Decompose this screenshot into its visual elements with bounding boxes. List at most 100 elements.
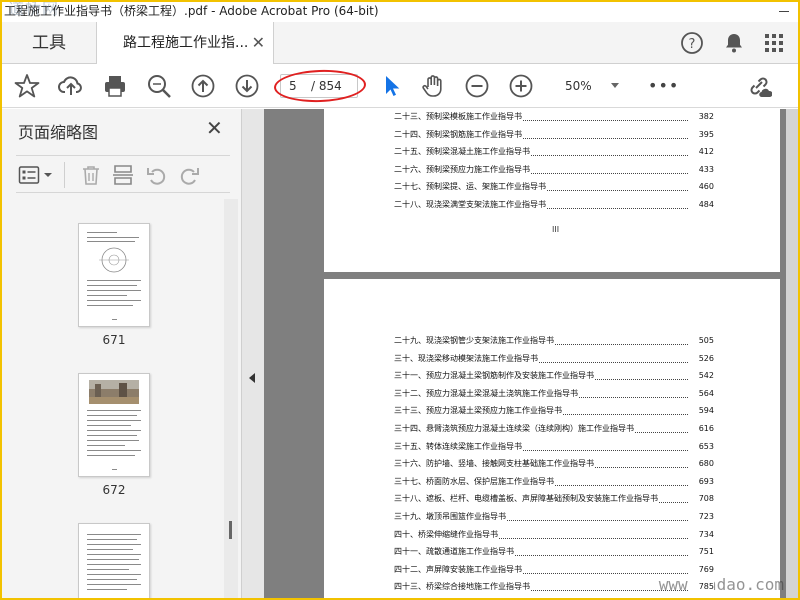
toc-entry[interactable]: 二十七、预制梁提、运、架施工作业指导书 460 (394, 180, 714, 195)
toc-entry-page: 594 (690, 404, 714, 419)
toc-entry-page: 382 (690, 110, 714, 124)
toc-entry-title: 二十五、预制梁混凝土施工作业指导书 (394, 145, 531, 160)
toc-entry[interactable]: 三十五、转体连续梁施工作业指导书 653 (394, 439, 714, 454)
tab-tools[interactable]: 工具 (2, 22, 96, 64)
panel-title: 页面缩略图 (18, 123, 99, 142)
toc-entry-page: 395 (690, 127, 714, 142)
rotate-right-icon[interactable] (178, 164, 200, 186)
chevron-down-icon (611, 83, 619, 88)
tab-document-label: 路工程施工作业指... (123, 35, 249, 51)
toc-entry[interactable]: 三十三、预应力混凝土梁预应力施工作业指导书 594 (394, 404, 714, 419)
cloud-upload-icon[interactable] (58, 73, 84, 99)
toc-entry[interactable]: 二十九、现浇梁钢管少支架法施工作业指导书 505 (394, 334, 714, 348)
hand-tool-icon[interactable] (420, 73, 446, 99)
document-viewport[interactable]: 二十三、预制梁模板施工作业指导书 382 二十四、预制梁钢筋施工作业指导书 395 二十… (264, 109, 798, 598)
toc-entry-page: 693 (690, 474, 714, 489)
toc-entry[interactable]: 三十四、悬臂浇筑预应力混凝土连续梁（连续刚构）施工作业指导书 616 (394, 422, 714, 436)
minimize-button[interactable] (776, 4, 792, 18)
toc-entry-title: 四十一、疏散通道施工作业指导书 (394, 545, 515, 560)
toc-entry-page: 484 (690, 198, 714, 212)
thumbnails-panel: 页面缩略图 ✕ 671 672 (2, 109, 242, 598)
toc-entry[interactable]: 二十八、现浇梁满堂支架法施工作业指导书 484 (394, 198, 714, 212)
acrobat-window: 工程施工作业指导书（桥梁工程）.pdf - Adobe Acrobat Pro … (2, 2, 798, 598)
toc-entry-title: 三十七、桥面防水层、保护层施工作业指导书 (394, 474, 555, 489)
title-bar: 工程施工作业指导书（桥梁工程）.pdf - Adobe Acrobat Pro … (2, 2, 798, 22)
previous-page-icon[interactable] (190, 73, 216, 99)
toc-entry-page: 412 (690, 145, 714, 160)
toc-entry-page: 505 (690, 334, 714, 348)
star-icon[interactable] (14, 73, 40, 99)
zoom-in-icon[interactable] (508, 73, 534, 99)
share-link-icon[interactable] (746, 73, 772, 99)
toc-entry[interactable]: 三十八、遮板、栏杆、电缆槽盖板、声屏障基础预制及安装施工作业指导书 708 (394, 492, 714, 507)
zoom-out-icon[interactable] (464, 73, 490, 99)
toc-entry[interactable]: 四十一、疏散通道施工作业指导书 751 (394, 545, 714, 560)
collapse-panel-bar[interactable] (242, 109, 264, 598)
toc-entry-page: 433 (690, 162, 714, 177)
toc-entry-title: 四十、桥梁伸缩缝作业指导书 (394, 527, 499, 542)
pdf-page-toc: 二十九、现浇梁钢管少支架法施工作业指导书 505 三十、现浇梁移动模架法施工作业指导… (324, 279, 780, 598)
page-thumbnail[interactable] (78, 373, 150, 477)
toc-entry-title: 二十九、现浇梁钢管少支架法施工作业指导书 (394, 334, 555, 348)
next-page-icon[interactable] (234, 73, 260, 99)
document-scrollbar[interactable] (786, 109, 798, 598)
toc-entry-page: 723 (690, 510, 714, 524)
panel-close-icon[interactable]: ✕ (206, 116, 223, 140)
toc-entry-title: 四十三、桥梁综合接地施工作业指导书 (394, 580, 531, 595)
toc-entry-title: 三十二、预应力混凝土梁混凝土浇筑施工作业指导书 (394, 386, 579, 401)
toc-entry-title: 三十五、转体连续梁施工作业指导书 (394, 439, 523, 454)
tab-close-icon[interactable]: ✕ (252, 22, 265, 64)
toolbar-divider (64, 162, 65, 188)
toc-entry-page: 460 (690, 180, 714, 195)
toc-entry-page: 785 (690, 580, 714, 595)
toc-entry-title: 二十三、预制梁模板施工作业指导书 (394, 110, 523, 124)
toc-entry[interactable]: 三十二、预应力混凝土梁混凝土浇筑施工作业指导书 564 (394, 386, 714, 401)
toc-entry-page: 734 (690, 527, 714, 542)
toc-entry-title: 三十三、预应力混凝土梁预应力施工作业指导书 (394, 404, 563, 419)
tab-row: 工具 路工程施工作业指... ✕ ? (2, 22, 798, 65)
toc-entry-page: 542 (690, 369, 714, 384)
thumbnail-toolbar (16, 155, 230, 193)
options-menu-icon[interactable] (18, 164, 54, 186)
trash-icon[interactable] (80, 164, 102, 186)
insert-page-icon[interactable] (112, 164, 134, 186)
toc-entry[interactable]: 二十四、预制梁钢筋施工作业指导书 395 (394, 127, 714, 142)
toc-entry-title: 四十二、声屏障安装施工作业指导书 (394, 562, 523, 577)
print-icon[interactable] (102, 73, 128, 99)
bell-icon[interactable] (722, 31, 746, 55)
apps-grid-icon[interactable] (762, 31, 786, 55)
page-thumbnail[interactable] (78, 223, 150, 327)
toc-entry-page: 616 (690, 422, 714, 436)
toc-entry[interactable]: 二十三、预制梁模板施工作业指导书 382 (394, 110, 714, 124)
collapse-arrow-icon[interactable] (249, 373, 255, 383)
zoom-value: 50% (565, 79, 592, 93)
zoom-select[interactable]: 50% (555, 74, 625, 98)
toc-entry[interactable]: 三十六、防护墙、竖墙、接触网支柱基础施工作业指导书 680 (394, 457, 714, 472)
tab-document[interactable]: 路工程施工作业指... ✕ (96, 22, 274, 65)
toc-entry[interactable]: 二十六、预制梁预应力施工作业指导书 433 (394, 162, 714, 177)
toc-entry[interactable]: 三十一、预应力混凝土梁钢筋制作及安装施工作业指导书 542 (394, 369, 714, 384)
toc-entry[interactable]: 二十五、预制梁混凝土施工作业指导书 412 (394, 145, 714, 160)
toc-entry-title: 三十一、预应力混凝土梁钢筋制作及安装施工作业指导书 (394, 369, 595, 384)
page-thumbnail[interactable] (78, 523, 150, 598)
scrollbar-thumb[interactable] (229, 521, 232, 539)
rotate-left-icon[interactable] (146, 164, 168, 186)
panel-scrollbar[interactable] (224, 199, 238, 598)
help-icon[interactable]: ? (680, 31, 704, 55)
page-number: III (552, 225, 560, 234)
window-title: 工程施工作业指导书（桥梁工程）.pdf - Adobe Acrobat Pro … (4, 4, 379, 18)
more-options-icon[interactable]: ••• (648, 76, 679, 95)
zoom-search-icon[interactable] (146, 73, 172, 99)
toc-entry-title: 三十六、防护墙、竖墙、接触网支柱基础施工作业指导书 (394, 457, 595, 472)
svg-text:?: ? (689, 37, 696, 52)
photo-placeholder (89, 380, 139, 404)
toc-entry-page: 708 (690, 492, 714, 507)
toc-entry[interactable]: 四十、桥梁伸缩缝作业指导书 734 (394, 527, 714, 542)
select-cursor-icon[interactable] (378, 73, 404, 99)
toc-entry-title: 三十九、墩顶吊围篮作业指导书 (394, 510, 507, 524)
toc-entry-title: 三十八、遮板、栏杆、电缆槽盖板、声屏障基础预制及安装施工作业指导书 (394, 492, 659, 507)
toc-entry[interactable]: 三十七、桥面防水层、保护层施工作业指导书 693 (394, 474, 714, 489)
toc-entry[interactable]: 三十九、墩顶吊围篮作业指导书 723 (394, 510, 714, 524)
toc-entry[interactable]: 三十、现浇梁移动模架法施工作业指导书 526 (394, 351, 714, 366)
main-toolbar: 5 / 854 50% ••• (2, 64, 798, 108)
